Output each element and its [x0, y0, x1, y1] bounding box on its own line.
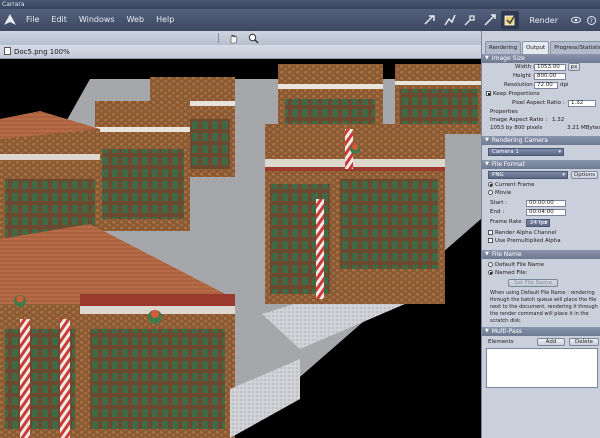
view-toolbar [0, 31, 481, 45]
model-room-icon[interactable] [441, 11, 459, 29]
format-options-button[interactable]: Options [571, 171, 598, 179]
premultiplied-alpha-checkbox[interactable] [488, 238, 493, 243]
render-settings-panel: Rendering Output Progress/Statistics ▼ I… [481, 31, 600, 438]
render-alpha-label: Render Alpha Channel [495, 230, 557, 236]
file-name-section-header[interactable]: ▼ File Name [482, 250, 600, 259]
properties-label: Properties [490, 109, 518, 115]
pixel-aspect-field[interactable]: 1.32 [568, 100, 596, 107]
image-size-section-header[interactable]: ▼ Image Size [482, 54, 600, 63]
menu-web[interactable]: Web [121, 9, 150, 31]
movie-radio[interactable] [488, 190, 493, 195]
panel-tabs: Rendering Output Progress/Statistics [482, 41, 600, 54]
render-viewport[interactable] [0, 59, 481, 438]
end-label: End : [490, 209, 505, 215]
set-file-name-button[interactable]: Set File Name [508, 279, 558, 287]
document-header: Doc5.png 100% [0, 45, 481, 59]
tab-rendering[interactable]: Rendering [485, 41, 522, 54]
file-size-text: 3.21 MBytes [567, 125, 600, 131]
end-time-field[interactable]: 00:04:00 [526, 209, 566, 216]
camera-select[interactable]: Camera 1 [488, 148, 564, 156]
height-label: Height : [513, 73, 535, 79]
current-frame-radio[interactable] [488, 182, 493, 187]
texture-room-icon[interactable] [481, 11, 499, 29]
carrara-logo-icon[interactable] [0, 9, 20, 31]
image-aspect-label: Image Aspect Ratio : [490, 117, 548, 123]
movie-label: Movie [495, 190, 512, 196]
pixel-aspect-label: Pixel Aspect Ratio : [512, 100, 565, 106]
unit-px-button[interactable]: px [568, 63, 580, 71]
collapse-triangle-icon: ▼ [485, 55, 489, 61]
menu-bar: File Edit Windows Web Help Render ? [0, 9, 600, 31]
toolbar-divider [217, 33, 219, 43]
menu-help[interactable]: Help [150, 9, 180, 31]
image-aspect-value: 1.32 [552, 117, 565, 123]
room-switcher: Render ? [420, 9, 600, 31]
rendering-camera-section-header[interactable]: ▼ Rendering Camera [482, 136, 600, 145]
assemble-room-icon[interactable] [421, 11, 439, 29]
resolution-label: Resolution : [504, 82, 537, 88]
collapse-triangle-icon: ▼ [485, 251, 489, 257]
keep-proportions-label: Keep Proportions [493, 91, 540, 97]
menu-windows[interactable]: Windows [73, 9, 121, 31]
hand-tool-icon[interactable] [227, 32, 241, 44]
building-back-4 [95, 101, 190, 231]
rendering-camera-title: Rendering Camera [491, 137, 548, 144]
file-format-title: File Format [491, 161, 525, 168]
help-icon[interactable]: ? [585, 14, 597, 26]
elements-label: Elements [488, 339, 514, 345]
storyboard-room-icon[interactable] [461, 11, 479, 29]
file-name-title: File Name [491, 251, 522, 258]
tab-output[interactable]: Output [522, 41, 550, 54]
building-right [262, 124, 445, 349]
multi-pass-section-header[interactable]: ▼ Multi-Pass [482, 327, 600, 336]
keep-proportions-checkbox[interactable] [486, 91, 491, 96]
tab-progress-statistics[interactable]: Progress/Statistics [550, 41, 600, 54]
format-select[interactable]: PNG [488, 171, 568, 179]
named-file-label: Named File: [495, 270, 528, 276]
document-icon [4, 46, 11, 57]
svg-text:?: ? [589, 18, 592, 25]
delete-pass-button[interactable]: Delete [569, 338, 599, 346]
window-title: Carrara [2, 1, 25, 8]
title-bar: Carrara [0, 0, 600, 9]
document-title: Doc5.png 100% [14, 47, 70, 56]
width-field[interactable]: 1053.00 [534, 64, 566, 71]
file-format-section-header[interactable]: ▼ File Format [482, 160, 600, 169]
eye-icon[interactable] [570, 14, 582, 26]
named-file-radio[interactable] [488, 270, 493, 275]
current-frame-label: Current Frame [495, 182, 535, 188]
default-file-name-radio[interactable] [488, 262, 493, 267]
resolution-unit: dpi [560, 82, 569, 88]
multi-pass-title: Multi-Pass [491, 328, 522, 335]
menu-file[interactable]: File [20, 9, 45, 31]
frame-rate-label: Frame Rate : [490, 219, 526, 225]
premultiplied-alpha-label: Use Premultiplied Alpha [495, 238, 561, 244]
width-label: Width : [515, 64, 535, 70]
render-room-icon[interactable] [500, 11, 519, 29]
resolution-field[interactable]: 72.00 [534, 82, 558, 89]
file-name-note: When using Default File Name : rendering… [490, 290, 598, 324]
collapse-triangle-icon: ▼ [485, 328, 489, 334]
frame-rate-select[interactable]: 24 fps [526, 219, 550, 227]
building-back-2 [395, 64, 481, 134]
zoom-tool-icon[interactable] [247, 32, 261, 44]
start-label: Start : [490, 200, 508, 206]
add-pass-button[interactable]: Add [537, 338, 565, 346]
image-size-title: Image Size [491, 55, 525, 62]
render-alpha-checkbox[interactable] [488, 230, 493, 235]
collapse-triangle-icon: ▼ [485, 137, 489, 143]
menu-edit[interactable]: Edit [45, 9, 73, 31]
rendered-image [0, 59, 481, 438]
multi-pass-element-list[interactable] [486, 348, 598, 388]
height-field[interactable]: 800.00 [534, 73, 566, 80]
pixel-dimensions-text: 1053 by 800 pixels [490, 125, 543, 131]
default-file-name-label: Default File Name [495, 262, 545, 268]
room-label: Render [529, 15, 558, 25]
start-time-field[interactable]: 00:00:00 [526, 200, 566, 207]
collapse-triangle-icon: ▼ [485, 161, 489, 167]
